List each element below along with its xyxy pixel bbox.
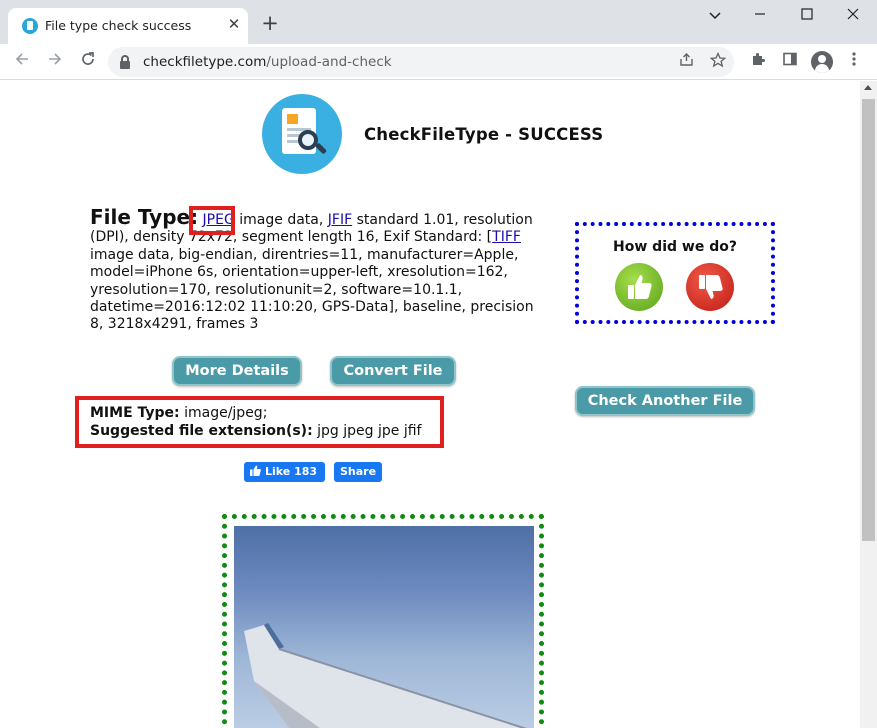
- convert-file-button[interactable]: Convert File: [330, 356, 456, 386]
- page-title: CheckFileType - SUCCESS: [364, 125, 604, 144]
- checkfiletype-logo-icon: [262, 94, 342, 174]
- browser-tab[interactable]: File type check success ✕: [8, 8, 248, 44]
- image-preview-frame: [222, 514, 544, 728]
- mime-highlight-box: [75, 396, 444, 448]
- url-domain: checkfiletype.com: [143, 54, 267, 70]
- page-viewport: CheckFileType - SUCCESS File Type: JPEG …: [0, 81, 860, 728]
- bookmark-star-icon[interactable]: [708, 51, 728, 72]
- close-window-icon[interactable]: [843, 6, 863, 26]
- maximize-icon[interactable]: [797, 6, 817, 26]
- feedback-box: How did we do?: [575, 222, 775, 324]
- facebook-share-button[interactable]: Share: [334, 462, 382, 482]
- address-bar[interactable]: checkfiletype.com/upload-and-check: [108, 47, 734, 77]
- more-details-button[interactable]: More Details: [172, 356, 302, 386]
- check-another-file-button[interactable]: Check Another File: [575, 386, 755, 416]
- thumbs-down-icon[interactable]: [686, 263, 734, 311]
- profile-avatar-icon[interactable]: [811, 51, 833, 73]
- desc-part-1: image data,: [234, 212, 328, 228]
- feedback-title: How did we do?: [613, 239, 737, 255]
- site-favicon-icon: [22, 18, 38, 34]
- facebook-thumb-icon: [250, 465, 261, 476]
- jfif-link[interactable]: JFIF: [328, 212, 352, 228]
- reload-icon[interactable]: [77, 51, 99, 73]
- extensions-puzzle-icon[interactable]: [747, 51, 769, 73]
- scroll-up-arrow-icon[interactable]: [864, 85, 872, 90]
- share-icon[interactable]: [676, 52, 696, 72]
- lock-icon[interactable]: [120, 55, 130, 69]
- forward-icon[interactable]: [44, 51, 66, 73]
- file-type-description: File Type: JPEG image data, JFIF standar…: [90, 207, 550, 334]
- jpeg-highlight-box: [189, 206, 235, 235]
- page-scrollbar[interactable]: [860, 81, 877, 728]
- facebook-like-label: Like 183: [265, 465, 318, 478]
- desc-part-3: image data, big-endian, direntries=11, m…: [90, 246, 534, 333]
- uploaded-image-preview: [234, 526, 534, 728]
- tab-title: File type check success: [45, 18, 192, 33]
- tiff-link[interactable]: TIFF: [492, 229, 521, 245]
- tab-search-chevron-icon[interactable]: [705, 6, 725, 26]
- scrollbar-thumb[interactable]: [862, 99, 875, 541]
- facebook-like-button[interactable]: Like 183: [244, 462, 325, 482]
- tab-close-icon[interactable]: ✕: [226, 16, 242, 32]
- kebab-menu-icon[interactable]: [843, 51, 865, 73]
- browser-titlebar: File type check success ✕ +: [0, 0, 877, 44]
- url-text: checkfiletype.com/upload-and-check: [143, 54, 392, 70]
- new-tab-icon[interactable]: +: [261, 13, 279, 34]
- url-path: /upload-and-check: [266, 54, 392, 70]
- side-panel-icon[interactable]: [779, 51, 801, 73]
- file-type-label: File Type:: [90, 205, 199, 229]
- airplane-wing-image: [244, 623, 527, 728]
- thumbs-up-icon[interactable]: [615, 263, 663, 311]
- browser-toolbar: checkfiletype.com/upload-and-check: [0, 44, 877, 80]
- back-icon[interactable]: [11, 51, 33, 73]
- minimize-icon[interactable]: [750, 6, 770, 26]
